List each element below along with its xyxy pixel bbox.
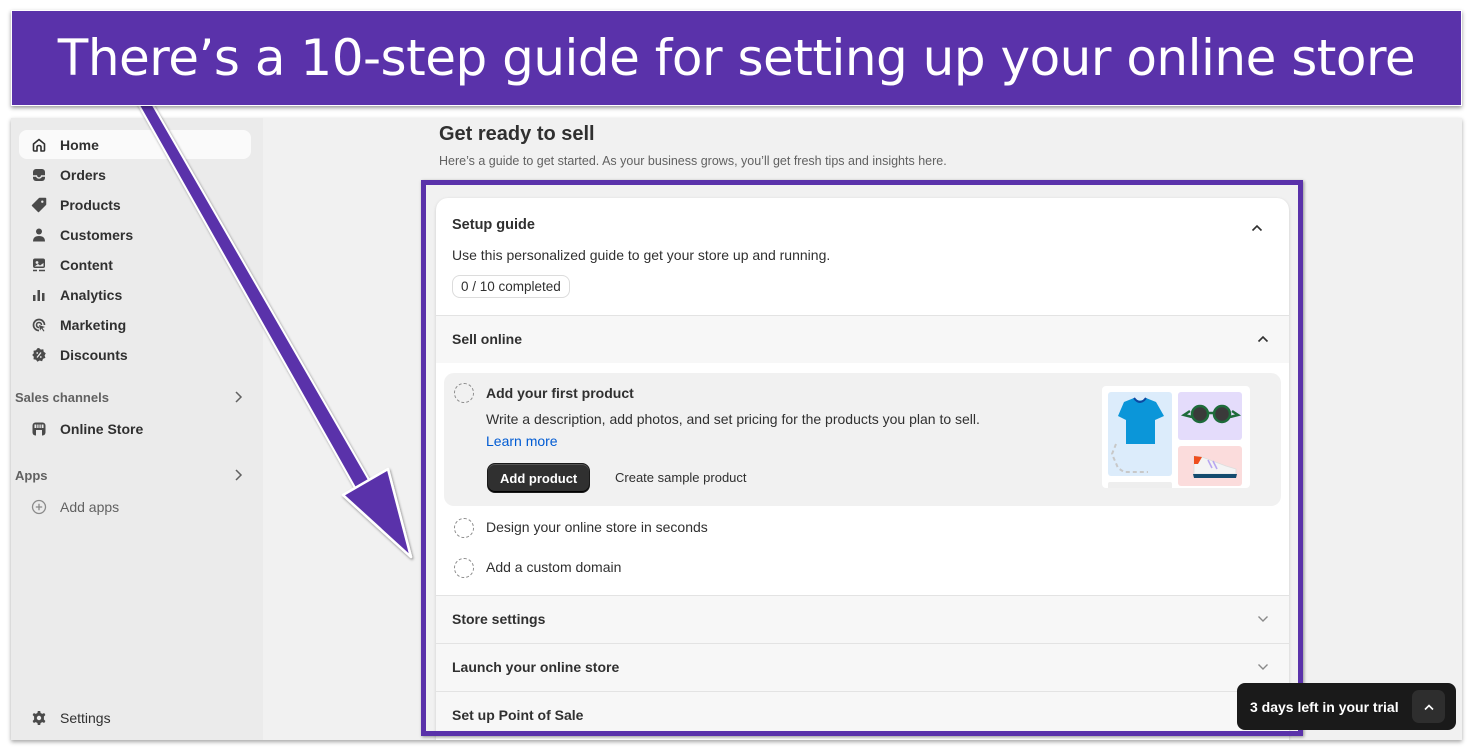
- sidebar-item-label: Add apps: [60, 498, 120, 515]
- sidebar-item-home[interactable]: Home: [19, 130, 251, 159]
- sidebar-item-customers[interactable]: Customers: [19, 220, 251, 249]
- sidebar-item-label: Content: [60, 256, 113, 273]
- person-icon: [30, 226, 48, 244]
- banner-text: There’s a 10-step guide for setting up y…: [57, 29, 1416, 87]
- page-title: Get ready to sell: [439, 123, 595, 145]
- discount-icon: [30, 346, 48, 364]
- sales-channels-heading: Sales channels: [15, 390, 109, 405]
- apps-heading: Apps: [15, 468, 48, 483]
- sidebar-item-add-apps[interactable]: Add apps: [19, 492, 251, 521]
- sidebar-item-products[interactable]: Products: [19, 190, 251, 219]
- highlight-box: [421, 180, 1303, 736]
- target-icon: [30, 316, 48, 334]
- inbox-icon: [30, 166, 48, 184]
- sidebar-item-content[interactable]: Content: [19, 250, 251, 279]
- trial-banner[interactable]: 3 days left in your trial: [1237, 683, 1456, 730]
- store-icon: [30, 420, 48, 438]
- sidebar-item-label: Discounts: [60, 346, 128, 363]
- sidebar-item-label: Customers: [60, 226, 134, 243]
- chevron-up-icon: [1423, 703, 1434, 710]
- sidebar-item-label: Analytics: [60, 286, 123, 303]
- sidebar-item-discounts[interactable]: Discounts: [19, 340, 251, 369]
- expand-trial-button[interactable]: [1412, 690, 1445, 723]
- annotation-banner: There’s a 10-step guide for setting up y…: [11, 10, 1462, 106]
- sidebar-item-label: Marketing: [60, 316, 127, 333]
- sidebar-item-settings[interactable]: Settings: [19, 703, 251, 732]
- sidebar-item-label: Settings: [60, 709, 111, 726]
- apps-chevron-right-icon[interactable]: [233, 468, 243, 486]
- home-icon: [30, 136, 48, 154]
- sidebar-item-label: Orders: [60, 166, 106, 183]
- bar-chart-icon: [30, 286, 48, 304]
- sidebar-item-online-store[interactable]: Online Store: [19, 414, 251, 443]
- sidebar-item-orders[interactable]: Orders: [19, 160, 251, 189]
- sidebar-item-label: Home: [60, 136, 99, 153]
- sidebar-item-label: Online Store: [60, 420, 144, 437]
- sidebar-item-analytics[interactable]: Analytics: [19, 280, 251, 309]
- sidebar-item-marketing[interactable]: Marketing: [19, 310, 251, 339]
- plus-circle-icon: [30, 498, 48, 516]
- page-subtitle: Here’s a guide to get started. As your b…: [439, 154, 947, 168]
- tag-icon: [30, 196, 48, 214]
- trial-text: 3 days left in your trial: [1250, 698, 1399, 715]
- sidebar-item-label: Products: [60, 196, 121, 213]
- gear-icon: [30, 709, 48, 727]
- content-icon: [30, 256, 48, 274]
- sidebar: Home Orders Products Customers Content A…: [11, 118, 263, 740]
- sales-channels-chevron-right-icon[interactable]: [233, 390, 243, 408]
